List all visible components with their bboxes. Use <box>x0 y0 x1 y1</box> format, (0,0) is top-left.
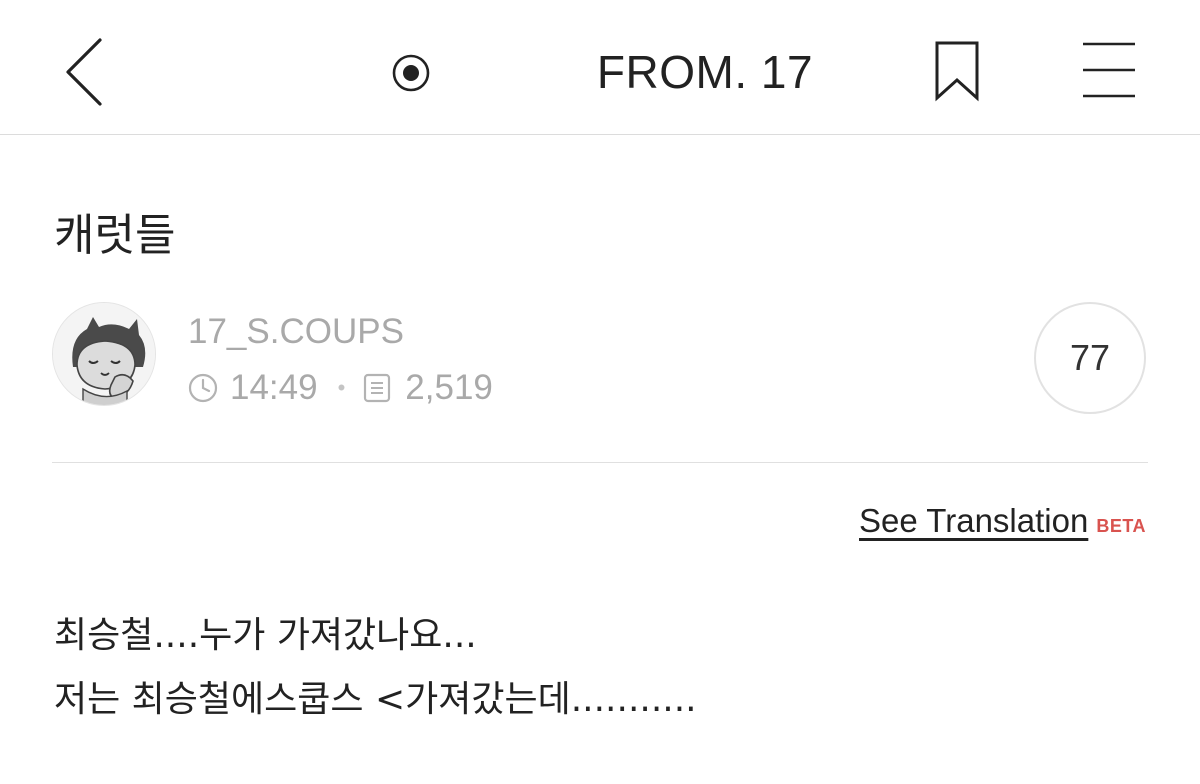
translation-row: See Translation BETA <box>859 502 1146 540</box>
bookmark-button[interactable] <box>932 40 984 102</box>
meta-separator: • <box>337 375 346 400</box>
cat-avatar-icon <box>53 303 155 405</box>
bookmark-icon <box>935 41 979 102</box>
top-bar: FROM. 17 <box>0 0 1200 135</box>
see-translation-link[interactable]: See Translation <box>859 502 1088 540</box>
radio-button[interactable] <box>390 52 432 94</box>
menu-button[interactable] <box>1080 40 1138 100</box>
post-body-line: 저는 최승철에스쿱스 <가져갔는데........... <box>54 679 697 720</box>
post-body-line: 최승철....누가 가져갔나요... <box>54 615 477 656</box>
back-button[interactable] <box>60 34 112 110</box>
post-time: 14:49 <box>230 368 318 407</box>
post-body: 최승철....누가 가져갔나요... 저는 최승철에스쿱스 <가져갔는데....… <box>54 604 1144 732</box>
page-title: FROM. 17 <box>596 46 814 98</box>
radio-target-icon <box>392 54 430 92</box>
comment-count-button[interactable]: 77 <box>1034 302 1146 414</box>
document-views-icon <box>364 373 391 403</box>
avatar[interactable] <box>52 302 156 406</box>
author-name[interactable]: 17_S.COUPS <box>188 310 404 354</box>
divider <box>52 462 1148 463</box>
beta-badge: BETA <box>1096 516 1146 536</box>
post-views: 2,519 <box>405 368 493 407</box>
hamburger-menu-icon <box>1083 42 1135 98</box>
post-title: 캐럿들 <box>54 210 176 261</box>
clock-icon <box>188 373 218 403</box>
post-meta: 14:49 • 2,519 <box>188 366 493 410</box>
back-chevron-icon <box>66 38 102 106</box>
